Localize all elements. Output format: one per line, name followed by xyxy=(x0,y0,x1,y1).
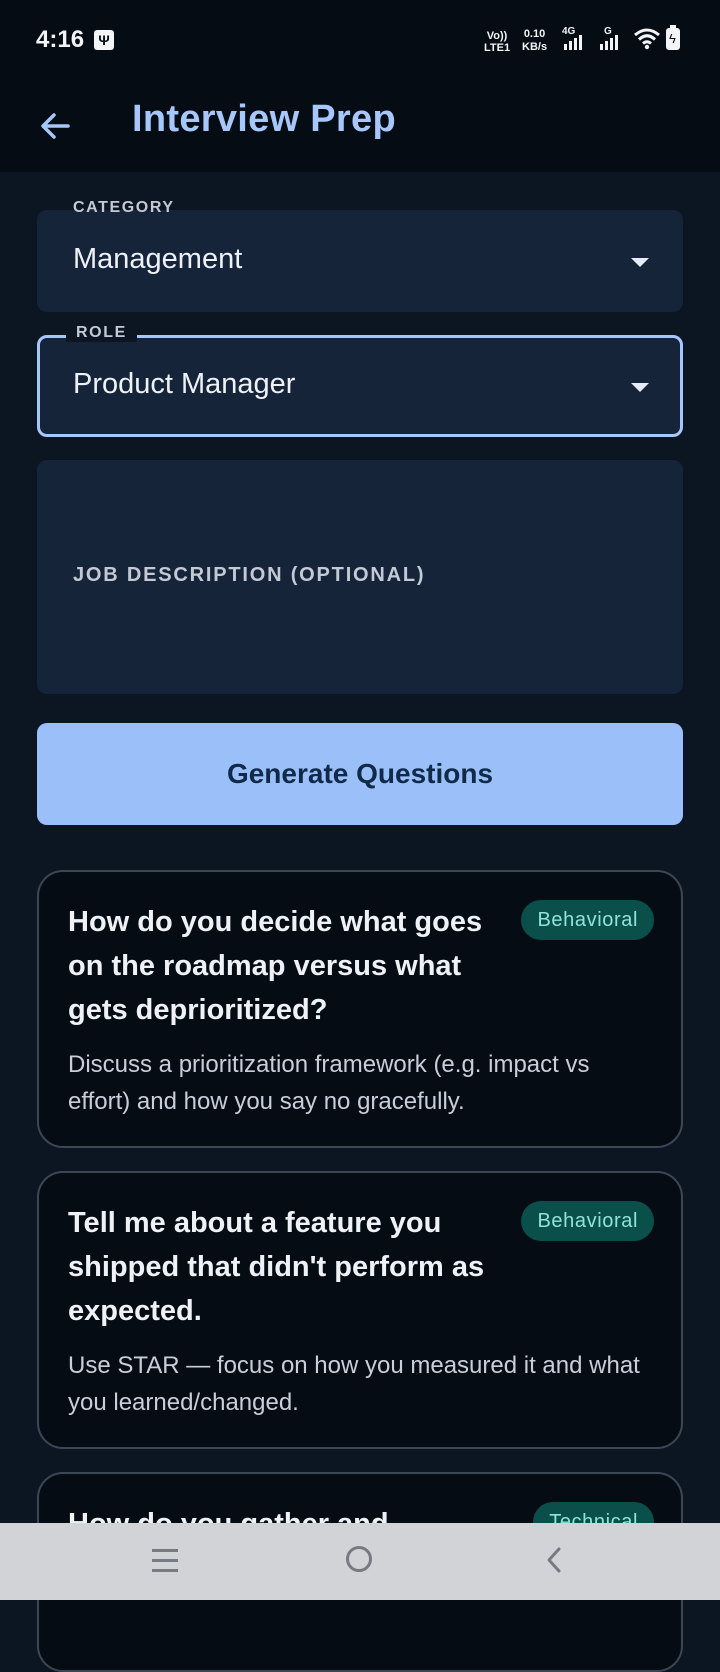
back-arrow-icon[interactable] xyxy=(34,104,78,148)
dropdown-arrow-icon xyxy=(631,258,649,267)
app-bar: Interview Prep xyxy=(0,84,720,172)
question-text: How do you decide what goes on the roadm… xyxy=(68,906,483,1026)
wifi-icon xyxy=(634,28,660,50)
category-dropdown[interactable]: CATEGORY Management xyxy=(37,199,683,312)
nav-back-icon[interactable] xyxy=(544,1545,564,1575)
page-title: Interview Prep xyxy=(132,98,396,140)
status-time: 4:16 xyxy=(36,26,85,53)
question-type-badge: Behavioral xyxy=(521,900,654,940)
volte-indicator: Vo)) LTE1 xyxy=(484,30,510,54)
category-value: Management xyxy=(73,243,243,275)
signal-strength-icon-2 xyxy=(600,34,618,50)
question-text: Tell me about a feature you shipped that… xyxy=(68,1207,485,1327)
speed-unit: KB/s xyxy=(522,41,548,53)
question-card[interactable]: How do you decide what goes on the roadm… xyxy=(37,870,683,1148)
category-label: CATEGORY xyxy=(73,199,175,216)
question-tip: Discuss a prioritization framework (e.g.… xyxy=(68,1051,590,1115)
lte-label: LTE1 xyxy=(484,42,511,54)
status-bar: 4:16 Ψ Vo)) LTE1 0.10 KB/s 4G G ϟ xyxy=(0,0,720,84)
generate-questions-button[interactable]: Generate Questions xyxy=(37,723,683,825)
role-dropdown[interactable]: ROLE Product Manager xyxy=(37,324,683,437)
recent-apps-icon[interactable] xyxy=(152,1549,178,1573)
job-description-field[interactable]: JOB DESCRIPTION (OPTIONAL) xyxy=(37,460,683,694)
role-value: Product Manager xyxy=(73,368,296,400)
network-speed: 0.10 KB/s xyxy=(522,28,547,54)
battery-charging-icon: ϟ xyxy=(666,25,680,50)
signal-strength-icon xyxy=(564,34,582,50)
system-nav-bar xyxy=(0,1523,720,1600)
speed-value: 0.10 xyxy=(523,28,546,40)
dropdown-arrow-icon xyxy=(631,383,649,392)
job-description-label: JOB DESCRIPTION (OPTIONAL) xyxy=(73,564,426,586)
question-type-badge: Behavioral xyxy=(521,1201,654,1241)
volte-label: Vo)) xyxy=(486,30,508,42)
usb-icon: Ψ xyxy=(94,30,114,50)
role-label: ROLE xyxy=(66,324,137,342)
home-icon[interactable] xyxy=(346,1546,372,1572)
question-card[interactable]: Tell me about a feature you shipped that… xyxy=(37,1171,683,1449)
question-tip: Use STAR — focus on how you measured it … xyxy=(68,1352,640,1416)
